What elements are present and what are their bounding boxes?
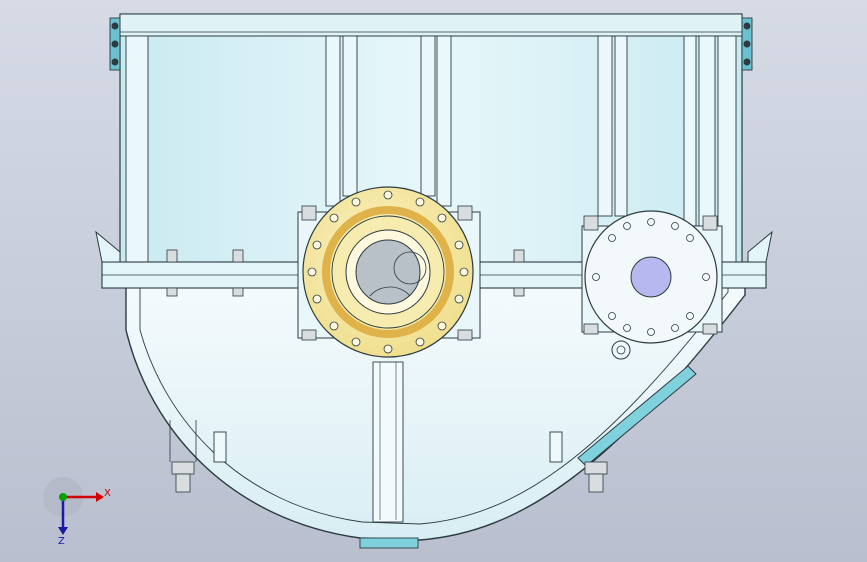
drain-plate: [359, 537, 419, 549]
z-axis-label: Z: [58, 536, 65, 547]
cad-viewport[interactable]: X Z: [0, 0, 867, 562]
coordinate-triad: X Z: [43, 477, 111, 547]
x-axis-label: X: [104, 488, 111, 499]
gearbox-model[interactable]: X Z: [0, 0, 867, 562]
y-axis-dot: [59, 493, 67, 501]
input-bearing-housing: [297, 186, 481, 358]
shaft-bore: [355, 239, 421, 305]
output-shaft: [630, 256, 672, 298]
lifting-eye: [611, 340, 631, 360]
